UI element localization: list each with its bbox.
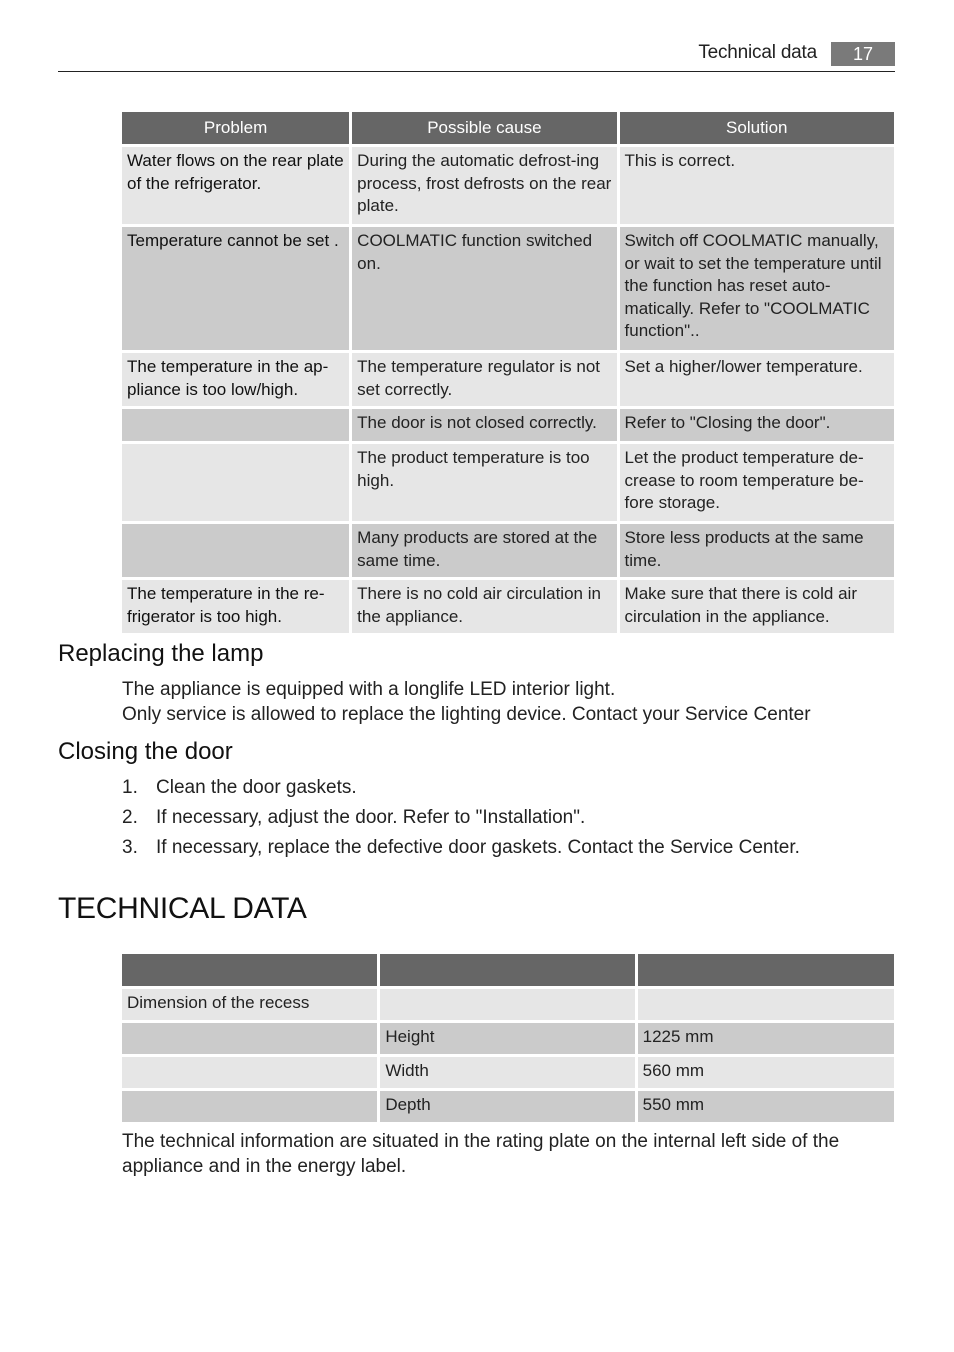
- problem-cell: Temperature cannot be set .: [122, 227, 350, 350]
- step-text: Clean the door gaskets.: [156, 777, 357, 798]
- problem-cell: Water flows on the rear plate of the ref…: [122, 147, 350, 224]
- table-row: The temperature in the re-frigerator is …: [122, 580, 894, 633]
- table-row: Many products are stored at the same tim…: [122, 524, 894, 577]
- column-header: [122, 954, 378, 986]
- page-number: 17: [831, 42, 895, 66]
- column-header: [637, 954, 894, 986]
- solution-cell: Store less products at the same time.: [619, 524, 894, 577]
- table-row: Depth 550 mm: [122, 1091, 894, 1122]
- value-cell: [637, 989, 894, 1020]
- property-cell: [380, 989, 635, 1020]
- step-number: 2.: [122, 807, 138, 828]
- section-title: Technical data: [698, 42, 817, 63]
- replacing-lamp-heading: Replacing the lamp: [58, 640, 264, 667]
- column-header: [380, 954, 635, 986]
- problem-cell: The temperature in the re-frigerator is …: [122, 580, 350, 633]
- table-row: Dimension of the recess: [122, 989, 894, 1020]
- step-item: 3. If necessary, replace the defective do…: [122, 835, 800, 865]
- problem-cell: [122, 444, 350, 521]
- step-item: 2. If necessary, adjust the door. Refer t…: [122, 805, 800, 835]
- table-row: The product temperature is too high. Let…: [122, 444, 894, 521]
- replacing-lamp-text: The appliance is equipped with a longlif…: [122, 677, 811, 727]
- problem-cell: [122, 409, 350, 441]
- column-header-solution: Solution: [619, 112, 894, 144]
- solution-cell: Switch off COOLMATIC manually, or wait t…: [619, 227, 894, 350]
- step-item: 1. Clean the door gaskets.: [122, 775, 800, 805]
- cause-cell: There is no cold air circulation in the …: [352, 580, 617, 633]
- value-cell: 550 mm: [637, 1091, 894, 1122]
- cause-cell: The product temperature is too high.: [352, 444, 617, 521]
- table-row: Water flows on the rear plate of the ref…: [122, 147, 894, 224]
- closing-door-steps: 1. Clean the door gaskets. 2. If necessary…: [122, 775, 800, 865]
- technical-data-table: Dimension of the recess Height 1225 mm W…: [119, 951, 897, 1125]
- step-text: If necessary, adjust the door. Refer to …: [156, 807, 586, 828]
- solution-cell: Let the product temperature de-crease to…: [619, 444, 894, 521]
- step-number: 1.: [122, 777, 138, 798]
- label-cell: [122, 1091, 378, 1122]
- label-cell: [122, 1057, 378, 1088]
- troubleshooting-table: Problem Possible cause Solution Water fl…: [119, 109, 897, 636]
- solution-cell: This is correct.: [619, 147, 894, 224]
- table-header-row: Problem Possible cause Solution: [122, 112, 894, 144]
- cause-cell: The temperature regulator is not set cor…: [352, 353, 617, 406]
- problem-cell: [122, 524, 350, 577]
- solution-cell: Set a higher/lower temperature.: [619, 353, 894, 406]
- cause-cell: COOLMATIC function switched on.: [352, 227, 617, 350]
- table-header-row: [122, 954, 894, 986]
- table-row: The temperature in the ap-pliance is too…: [122, 353, 894, 406]
- value-cell: 560 mm: [637, 1057, 894, 1088]
- value-cell: 1225 mm: [637, 1023, 894, 1054]
- property-cell: Height: [380, 1023, 635, 1054]
- label-cell: [122, 1023, 378, 1054]
- property-cell: Depth: [380, 1091, 635, 1122]
- paragraph-line: The appliance is equipped with a longlif…: [122, 679, 616, 700]
- problem-cell: The temperature in the ap-pliance is too…: [122, 353, 350, 406]
- cause-cell: During the automatic defrost-ing process…: [352, 147, 617, 224]
- column-header-possible-cause: Possible cause: [352, 112, 617, 144]
- label-cell: Dimension of the recess: [122, 989, 378, 1020]
- technical-data-note: The technical information are situated i…: [122, 1131, 840, 1177]
- table-row: Temperature cannot be set . COOLMATIC fu…: [122, 227, 894, 350]
- cause-cell: The door is not closed correctly.: [352, 409, 617, 441]
- closing-door-heading: Closing the door: [58, 738, 233, 765]
- table-row: Width 560 mm: [122, 1057, 894, 1088]
- solution-cell: Refer to "Closing the door".: [619, 409, 894, 441]
- paragraph-line: Only service is allowed to replace the l…: [122, 704, 811, 725]
- property-cell: Width: [380, 1057, 635, 1088]
- technical-data-heading: TECHNICAL DATA: [58, 892, 307, 925]
- column-header-problem: Problem: [122, 112, 350, 144]
- table-row: The door is not closed correctly. Refer …: [122, 409, 894, 441]
- table-row: Height 1225 mm: [122, 1023, 894, 1054]
- page-header: Technical data 17: [58, 40, 895, 72]
- solution-cell: Make sure that there is cold air circula…: [619, 580, 894, 633]
- cause-cell: Many products are stored at the same tim…: [352, 524, 617, 577]
- step-number: 3.: [122, 837, 138, 858]
- step-text: If necessary, replace the defective door…: [156, 837, 800, 858]
